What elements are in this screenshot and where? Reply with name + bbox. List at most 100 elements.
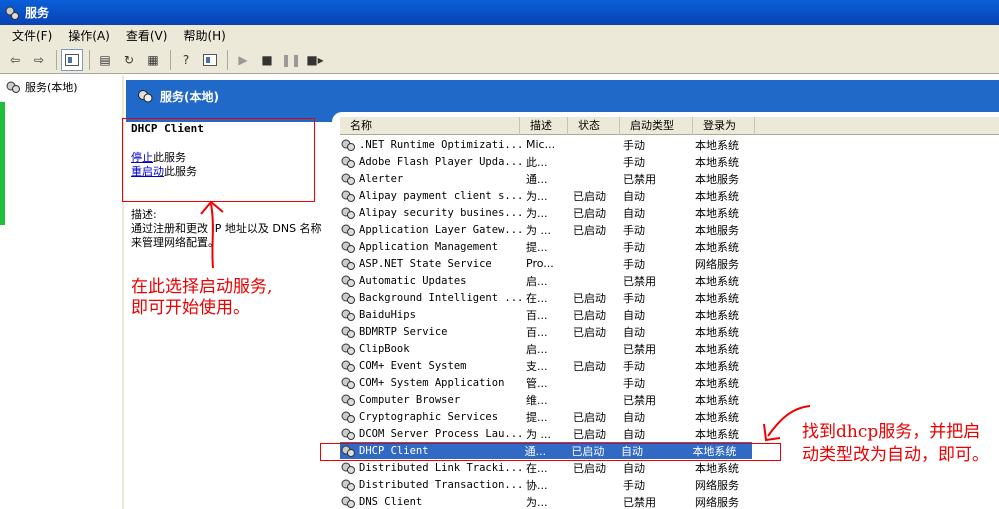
service-gear-icon <box>341 258 355 270</box>
service-name-cell: Alerter <box>340 172 523 186</box>
toolbar-separator <box>227 49 228 70</box>
service-name-cell: Application Layer Gatew... <box>340 223 523 237</box>
service-row[interactable]: ASP.NET State Service Pro... 手动 网络服务 <box>340 255 999 272</box>
service-description-cell: 为 ... <box>526 427 551 441</box>
service-description-cell: 通... <box>526 172 548 186</box>
service-name-cell: Application Management <box>340 240 523 254</box>
service-row[interactable]: ClipBook 启... 已禁用 本地系统 <box>340 340 999 357</box>
start-service-icon[interactable]: ▶ <box>232 49 254 71</box>
service-description-cell: 在... <box>526 461 548 475</box>
service-row[interactable]: COM+ Event System 支... 已启动 手动 本地系统 <box>340 357 999 374</box>
menu-action[interactable]: 操作(A) <box>60 27 118 44</box>
service-row[interactable]: Application Management 提... 手动 本地系统 <box>340 238 999 255</box>
service-gear-icon <box>341 360 355 372</box>
service-name: Cryptographic Services <box>359 410 499 423</box>
column-header-log-on-as[interactable]: 登录为 <box>693 117 755 135</box>
service-name-cell: Alipay security busines... <box>340 206 523 220</box>
refresh-icon[interactable]: ↻ <box>118 49 140 71</box>
service-row[interactable]: Alipay security busines... 为... 已启动 自动 本地系统 <box>340 204 999 221</box>
service-startup-type-cell: 手动 <box>623 359 645 373</box>
column-header-status[interactable]: 状态 <box>568 117 620 135</box>
service-name-cell: Cryptographic Services <box>340 410 523 424</box>
service-log-on-as-cell: 本地系统 <box>695 359 739 373</box>
column-header-name[interactable]: 名称 <box>340 117 520 135</box>
service-row[interactable]: Computer Browser 维... 已禁用 本地系统 <box>340 391 999 408</box>
properties-icon[interactable]: ▤ <box>94 49 116 71</box>
service-row[interactable]: .NET Runtime Optimizati... Mic... 手动 本地系统 <box>340 136 999 153</box>
service-row[interactable]: DNS Client 为... 已禁用 网络服务 <box>340 493 999 509</box>
service-log-on-as-cell: 网络服务 <box>695 257 739 271</box>
service-name: Alipay security busines... <box>359 206 523 219</box>
back-arrow-icon[interactable]: ⇦ <box>4 49 26 71</box>
service-description-cell: 启... <box>526 274 548 288</box>
service-startup-type-cell: 自动 <box>623 189 645 203</box>
service-gear-icon <box>341 377 355 389</box>
service-startup-type-cell: 手动 <box>623 138 645 152</box>
service-status-cell: 已启动 <box>573 427 606 441</box>
service-row[interactable]: Background Intelligent ... 在... 已启动 手动 本地系统 <box>340 289 999 306</box>
service-name-cell: COM+ System Application <box>340 376 523 390</box>
toolbar-separator <box>89 49 90 70</box>
tree-node-services-local[interactable]: 服务(本地) <box>0 75 122 95</box>
service-gear-icon <box>341 343 355 355</box>
annotation-row-highlight <box>320 443 781 461</box>
list-header: 名称 描述 状态 启动类型 登录为 <box>340 117 999 135</box>
show-window-icon[interactable] <box>199 49 221 71</box>
services-gear-icon <box>138 90 153 103</box>
service-name: BaiduHips <box>359 308 416 321</box>
service-startup-type-cell: 已禁用 <box>623 393 656 407</box>
service-startup-type-cell: 手动 <box>623 257 645 271</box>
service-startup-type-cell: 已禁用 <box>623 274 656 288</box>
service-status-cell: 已启动 <box>573 291 606 305</box>
service-description-cell: Mic... <box>526 138 556 151</box>
export-list-icon[interactable]: ▦ <box>142 49 164 71</box>
pause-service-icon[interactable]: ❚❚ <box>280 49 302 71</box>
service-row[interactable]: Distributed Transaction... 协... 手动 网络服务 <box>340 476 999 493</box>
forward-arrow-icon[interactable]: ⇨ <box>28 49 50 71</box>
service-description-cell: 提... <box>526 410 548 424</box>
service-gear-icon <box>341 241 355 253</box>
service-name: DNS Client <box>359 495 423 508</box>
console-tree: 服务(本地) <box>0 75 124 509</box>
service-name-cell: Distributed Transaction... <box>340 478 523 492</box>
service-log-on-as-cell: 本地系统 <box>695 189 739 203</box>
service-startup-type-cell: 手动 <box>623 376 645 390</box>
service-description-cell: 管... <box>526 376 548 390</box>
service-startup-type-cell: 手动 <box>623 291 645 305</box>
service-description-cell: 维... <box>526 393 548 407</box>
service-name: Background Intelligent ... <box>359 291 523 304</box>
service-log-on-as-cell: 本地系统 <box>695 155 739 169</box>
service-name-cell: Background Intelligent ... <box>340 291 523 305</box>
show-hide-tree-icon[interactable] <box>61 48 83 71</box>
service-startup-type-cell: 手动 <box>623 478 645 492</box>
service-row[interactable]: Alerter 通... 已禁用 本地服务 <box>340 170 999 187</box>
annotation-left-line: 在此选择启动服务, <box>131 277 273 297</box>
menu-help[interactable]: 帮助(H) <box>175 27 233 44</box>
service-log-on-as-cell: 本地服务 <box>695 223 739 237</box>
service-gear-icon <box>341 462 355 474</box>
stop-service-icon[interactable]: ■ <box>256 49 278 71</box>
tree-node-label: 服务(本地) <box>25 81 78 94</box>
column-header-description[interactable]: 描述 <box>520 117 568 135</box>
service-row[interactable]: COM+ System Application 管... 手动 本地系统 <box>340 374 999 391</box>
service-gear-icon <box>341 411 355 423</box>
restart-service-icon[interactable]: ■▸ <box>304 49 326 71</box>
service-row[interactable]: Application Layer Gatew... 为 ... 已启动 手动 本地服务 <box>340 221 999 238</box>
menu-file[interactable]: 文件(F) <box>4 27 60 44</box>
service-status-cell: 已启动 <box>573 223 606 237</box>
service-name-cell: Adobe Flash Player Upda... <box>340 155 523 169</box>
service-row[interactable]: Automatic Updates 启... 已禁用 本地系统 <box>340 272 999 289</box>
service-description-cell: Pro... <box>526 257 554 270</box>
service-row[interactable]: Adobe Flash Player Upda... 此... 手动 本地系统 <box>340 153 999 170</box>
column-header-startup-type[interactable]: 启动类型 <box>620 117 693 135</box>
help-icon[interactable]: ? <box>175 49 197 71</box>
service-row[interactable]: BaiduHips 百... 已启动 自动 本地系统 <box>340 306 999 323</box>
service-gear-icon <box>341 207 355 219</box>
service-name: Application Layer Gatew... <box>359 223 523 236</box>
menu-view[interactable]: 查看(V) <box>118 27 176 44</box>
service-row[interactable]: Alipay payment client s... 为... 已启动 自动 本地系统 <box>340 187 999 204</box>
service-log-on-as-cell: 本地系统 <box>695 342 739 356</box>
service-name: COM+ System Application <box>359 376 505 389</box>
service-log-on-as-cell: 网络服务 <box>695 495 739 509</box>
service-row[interactable]: BDMRTP Service 百... 已启动 自动 本地系统 <box>340 323 999 340</box>
